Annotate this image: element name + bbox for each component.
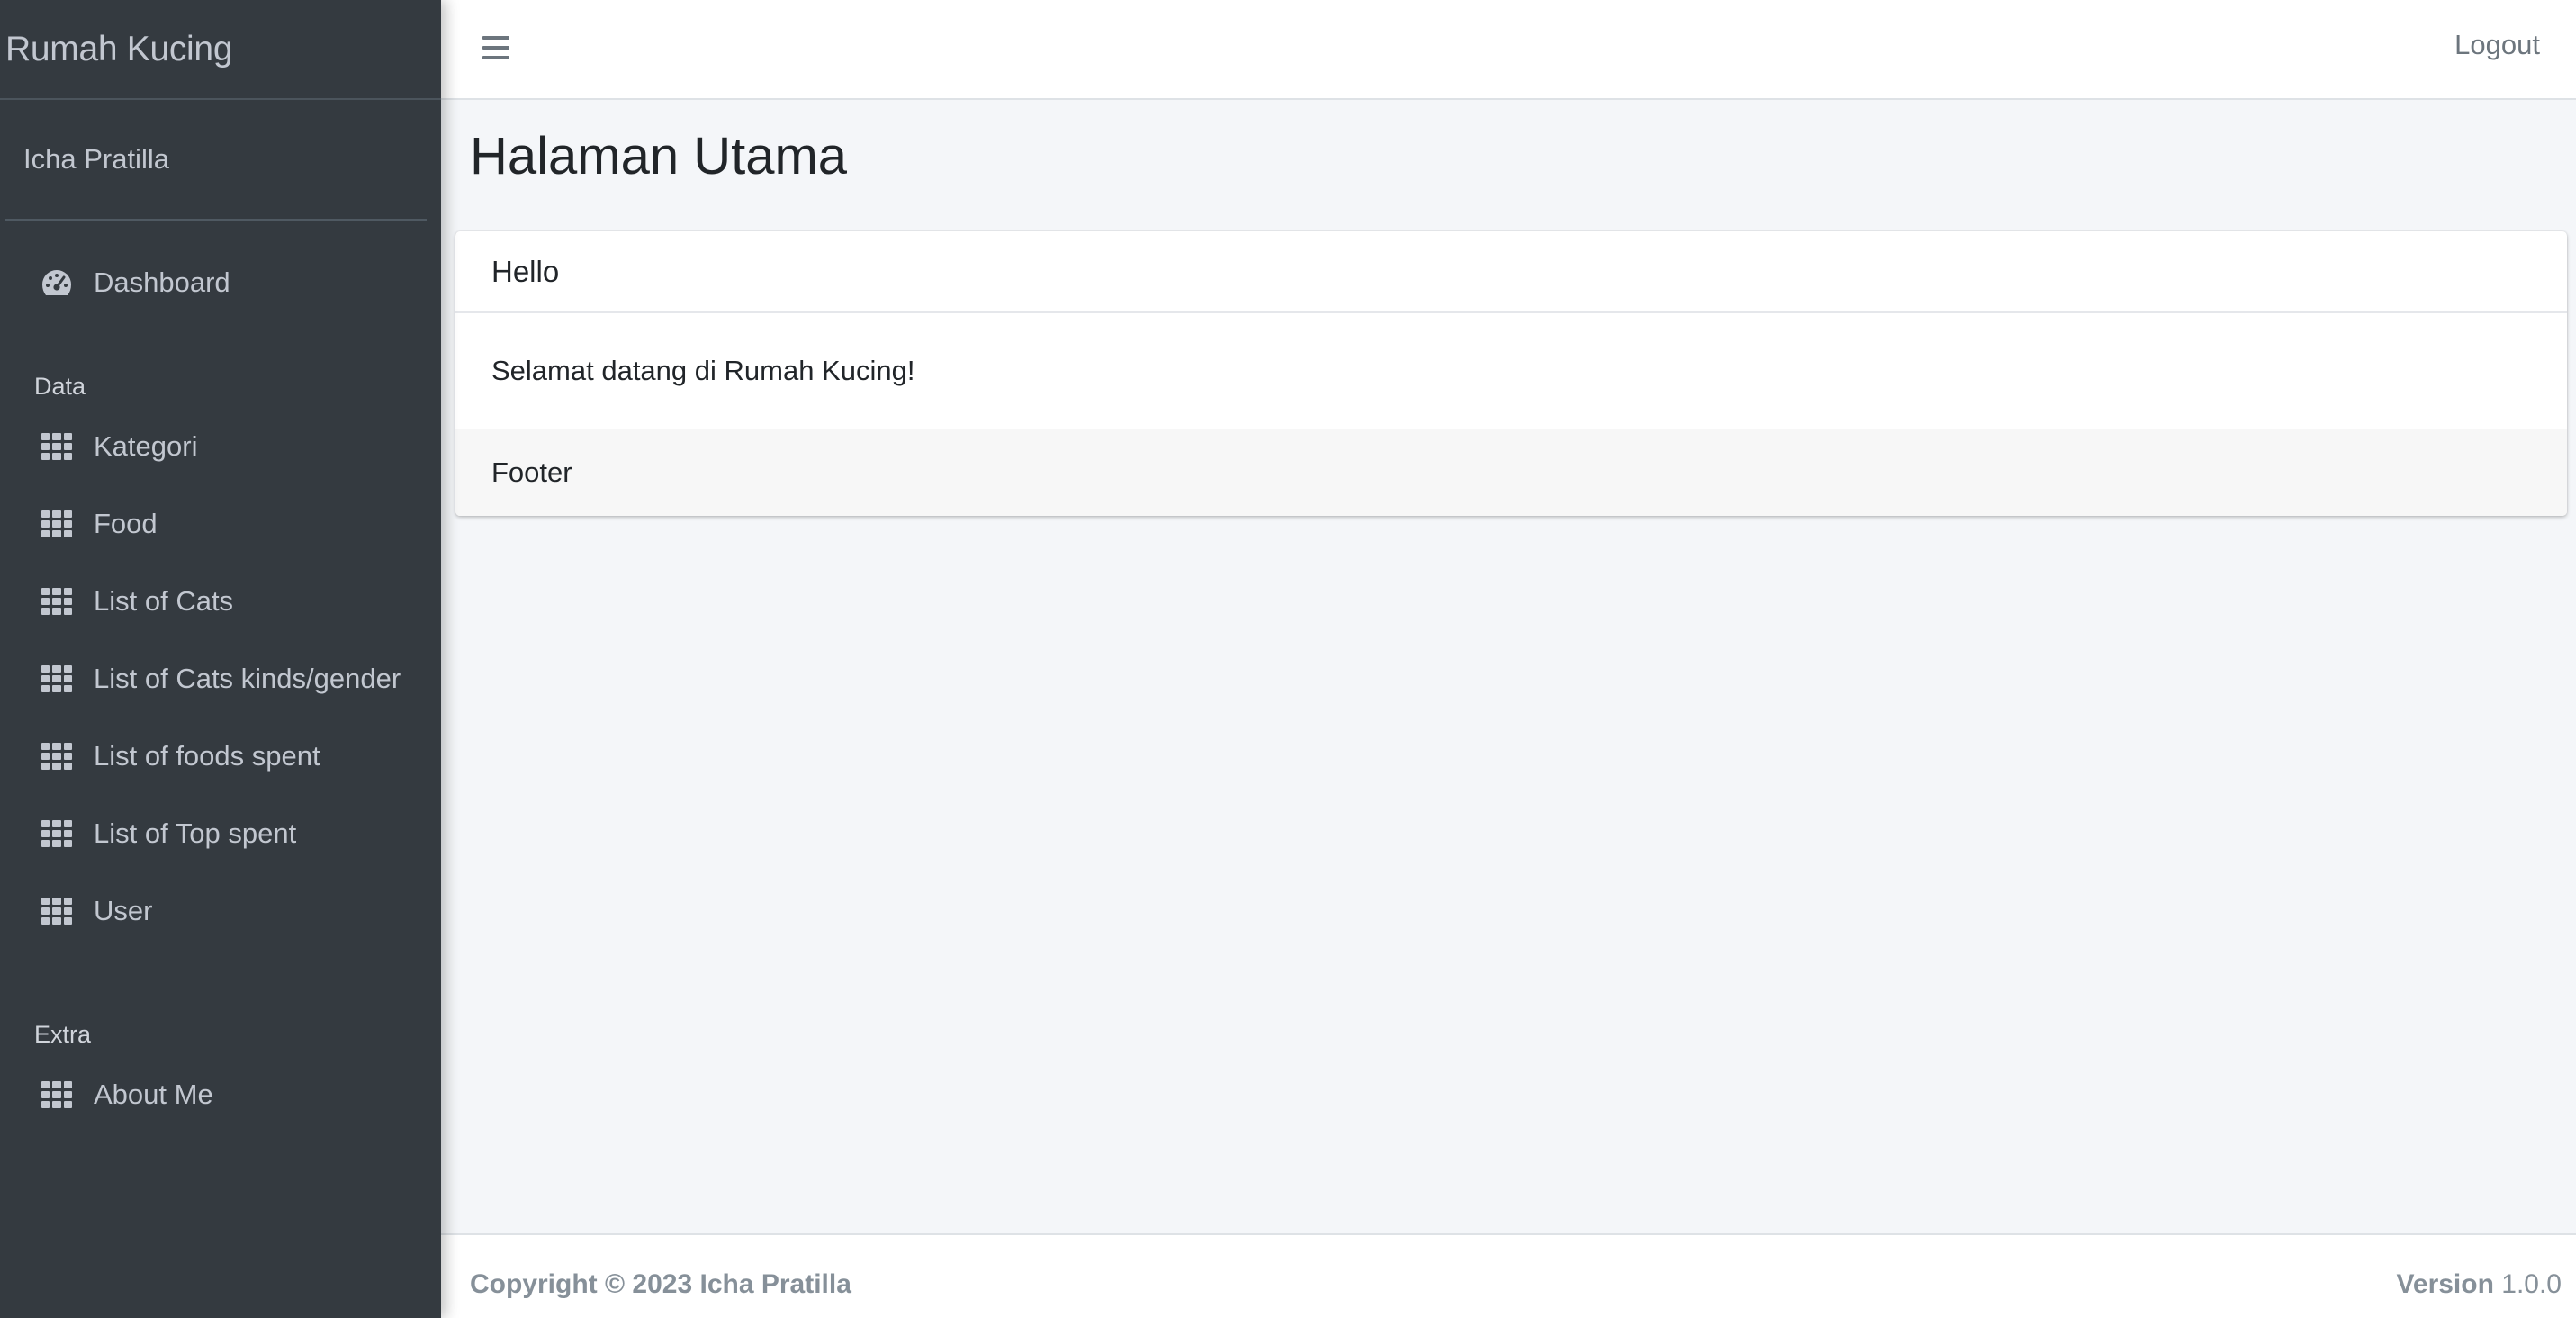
copyright-text: Copyright © 2023 Icha Pratilla bbox=[470, 1269, 851, 1299]
version-number: 1.0.0 bbox=[2501, 1269, 2562, 1299]
sidebar-item-about-me[interactable]: About Me bbox=[0, 1056, 441, 1133]
sidebar-item-list-of-cats-kinds-gender[interactable]: List of Cats kinds/gender bbox=[0, 640, 441, 718]
welcome-card: Hello Selamat datang di Rumah Kucing! Fo… bbox=[455, 231, 2567, 516]
nav-header-data: Data bbox=[34, 373, 86, 400]
grid-icon bbox=[40, 664, 74, 694]
nav-header-extra: Extra bbox=[34, 1021, 92, 1048]
sidebar-item-label: List of Top spent bbox=[94, 817, 297, 849]
sidebar-item-label: About Me bbox=[94, 1079, 213, 1110]
hamburger-icon[interactable] bbox=[481, 32, 511, 63]
main-footer: Copyright © 2023 Icha Pratilla Version 1… bbox=[441, 1233, 2576, 1318]
version-text: Version 1.0.0 bbox=[2397, 1269, 2562, 1300]
user-name[interactable]: Icha Pratilla bbox=[23, 143, 169, 176]
logout-link[interactable]: Logout bbox=[2454, 29, 2540, 61]
page-title: Halaman Utama bbox=[470, 127, 848, 185]
tachometer-icon bbox=[40, 267, 74, 298]
sidebar-item-list-of-cats[interactable]: List of Cats bbox=[0, 563, 441, 640]
card-body: Selamat datang di Rumah Kucing! bbox=[491, 355, 915, 386]
grid-icon bbox=[40, 586, 74, 617]
brand-link[interactable]: Rumah Kucing bbox=[0, 0, 441, 100]
top-navbar: Logout bbox=[441, 0, 2576, 100]
card-header: Hello bbox=[455, 231, 2567, 313]
sidebar-item-label: List of foods spent bbox=[94, 740, 320, 772]
sidebar-item-label: Food bbox=[94, 508, 158, 539]
sidebar-item-kategori[interactable]: Kategori bbox=[0, 408, 441, 485]
sidebar-item-food[interactable]: Food bbox=[0, 485, 441, 563]
grid-icon bbox=[40, 1079, 74, 1110]
sidebar-item-user[interactable]: User bbox=[0, 872, 441, 950]
grid-icon bbox=[40, 896, 74, 926]
user-panel: Icha Pratilla bbox=[5, 100, 427, 221]
version-label: Version bbox=[2396, 1269, 2494, 1299]
sidebar-item-label: List of Cats kinds/gender bbox=[94, 663, 401, 694]
sidebar-item-label: Dashboard bbox=[94, 266, 230, 298]
grid-icon bbox=[40, 818, 74, 849]
sidebar-item-label: User bbox=[94, 895, 153, 926]
sidebar-item-label: Kategori bbox=[94, 430, 198, 462]
grid-icon bbox=[40, 509, 74, 539]
card-footer: Footer bbox=[455, 429, 2567, 516]
sidebar-item-list-of-top-spent[interactable]: List of Top spent bbox=[0, 795, 441, 872]
sidebar-item-label: List of Cats bbox=[94, 585, 234, 617]
sidebar-nav: Dashboard Data Kategori Food List of Cat… bbox=[0, 221, 441, 1133]
sidebar-item-dashboard[interactable]: Dashboard bbox=[0, 244, 441, 321]
grid-icon bbox=[40, 431, 74, 462]
grid-icon bbox=[40, 741, 74, 772]
sidebar: Rumah Kucing Icha Pratilla Dashboard Dat… bbox=[0, 0, 441, 1318]
brand-title: Rumah Kucing bbox=[5, 29, 233, 68]
sidebar-item-list-of-foods-spent[interactable]: List of foods spent bbox=[0, 718, 441, 795]
